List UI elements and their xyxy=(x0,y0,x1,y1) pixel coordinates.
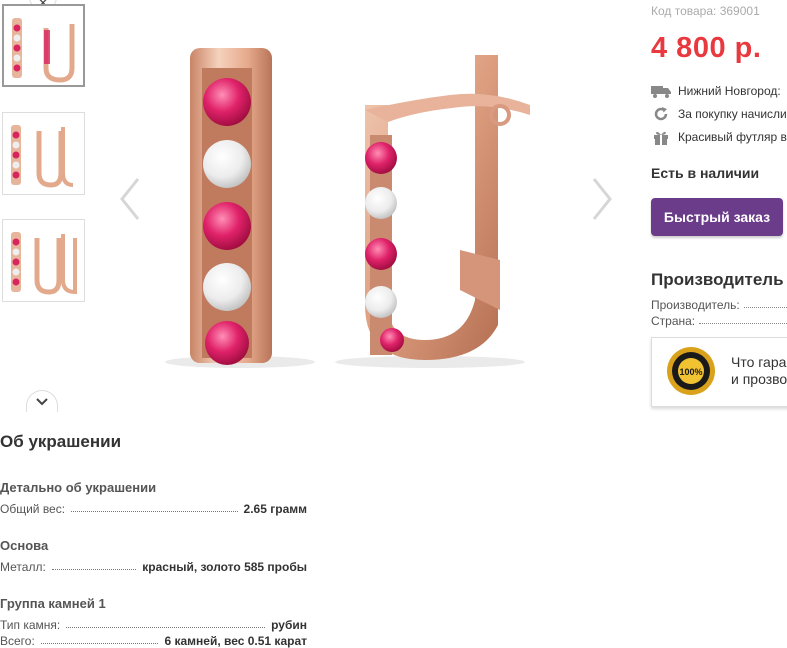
spec-key: Тип камня: xyxy=(0,618,61,632)
refresh-icon xyxy=(651,106,671,122)
gift-box-info[interactable]: Красивый футляр в xyxy=(651,127,787,147)
svg-text:100%: 100% xyxy=(679,367,702,377)
chevron-left-icon xyxy=(120,178,140,220)
guarantee-text-line1: Что гара xyxy=(731,354,787,370)
chevron-right-icon xyxy=(592,178,612,220)
earrings-image xyxy=(165,48,530,368)
country-label: Страна: xyxy=(651,314,696,328)
spec-value: 2.65 грамм xyxy=(243,502,307,516)
dotted-leader xyxy=(51,569,137,570)
dotted-leader xyxy=(71,511,238,512)
chevron-down-icon xyxy=(36,397,48,405)
dotted-leader xyxy=(699,323,787,324)
manufacturer-row: Производитель: xyxy=(651,298,787,312)
gallery-next-button[interactable] xyxy=(590,175,614,223)
spec-row: Всего: 6 камней, вес 0.51 карат xyxy=(0,634,307,648)
manufacturer-title: Производитель и xyxy=(651,270,787,289)
stock-status: Есть в наличии xyxy=(651,165,760,181)
spec-row: Общий вес: 2.65 грамм xyxy=(0,502,307,516)
guarantee-text-line2: и прозво xyxy=(731,371,787,387)
guarantee-banner[interactable]: 100% Что гара и прозво xyxy=(651,337,787,407)
about-section-title: Об украшении xyxy=(0,432,122,451)
spec-row: Металл: красный, золото 585 пробы xyxy=(0,560,307,574)
spec-value: 6 камней, вес 0.51 карат xyxy=(164,634,307,648)
manufacturer-label: Производитель: xyxy=(651,298,740,312)
thumbnails-down-button[interactable] xyxy=(26,390,58,412)
bonus-info-text: За покупку начисли xyxy=(678,107,787,121)
bonus-info[interactable]: За покупку начисли xyxy=(651,104,787,124)
guarantee-text: Что гара и прозво xyxy=(731,354,787,388)
spec-key: Всего: xyxy=(0,634,35,648)
earrings-thumbnail-image xyxy=(12,18,75,83)
earrings-thumbnail-image xyxy=(11,232,77,295)
truck-icon xyxy=(651,83,671,99)
delivery-info[interactable]: Нижний Новгород: xyxy=(651,81,781,101)
spec-group-title: Основа xyxy=(0,538,49,553)
thumbnail-1[interactable] xyxy=(2,4,85,87)
delivery-info-text: Нижний Новгород: xyxy=(678,84,781,98)
product-sku: Код товара: 369001 xyxy=(651,4,760,18)
spec-key: Металл: xyxy=(0,560,46,574)
country-row: Страна: xyxy=(651,314,787,328)
gallery-prev-button[interactable] xyxy=(118,175,142,223)
thumbnail-3[interactable] xyxy=(2,219,85,302)
dotted-leader xyxy=(743,307,787,308)
spec-group-title: Детально об украшении xyxy=(0,480,157,495)
earrings-thumbnail-image xyxy=(11,125,74,188)
quick-order-button[interactable]: Быстрый заказ xyxy=(651,198,783,236)
spec-value: рубин xyxy=(271,618,307,632)
guarantee-seal-icon: 100% xyxy=(667,347,715,395)
dotted-leader xyxy=(66,627,266,628)
spec-row: Тип камня: рубин xyxy=(0,618,307,632)
dotted-leader xyxy=(40,643,159,644)
spec-group-title: Группа камней 1 xyxy=(0,596,106,611)
thumbnail-2[interactable] xyxy=(2,112,85,195)
gift-icon xyxy=(651,129,671,145)
product-price: 4 800 р. xyxy=(651,32,762,64)
spec-key: Общий вес: xyxy=(0,502,66,516)
spec-value: красный, золото 585 пробы xyxy=(142,560,307,574)
product-main-image[interactable] xyxy=(160,40,550,375)
gift-box-info-text: Красивый футляр в xyxy=(678,130,787,144)
